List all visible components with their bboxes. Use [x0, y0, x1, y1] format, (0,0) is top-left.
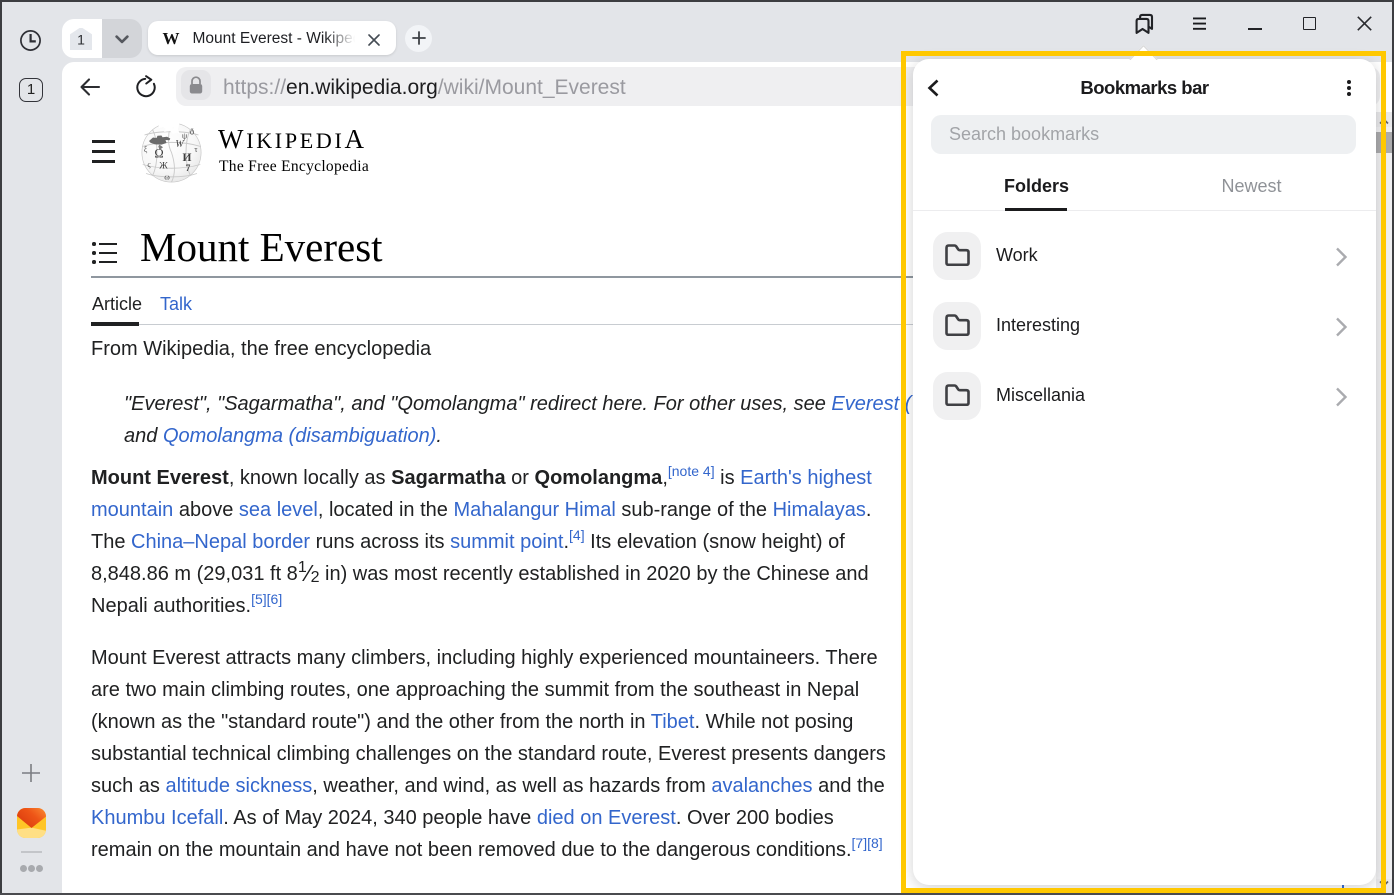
svg-text:1: 1 [77, 31, 85, 47]
svg-text:ð: ð [190, 127, 194, 137]
svg-text:ω: ω [164, 172, 170, 182]
svg-text:И: И [183, 152, 192, 164]
svg-text:7: 7 [186, 164, 191, 174]
svg-text:Ω: Ω [154, 147, 163, 161]
svg-text:ψ: ψ [182, 131, 188, 141]
svg-text:Ж: Ж [159, 162, 168, 172]
svg-text:ξ: ξ [144, 145, 148, 154]
